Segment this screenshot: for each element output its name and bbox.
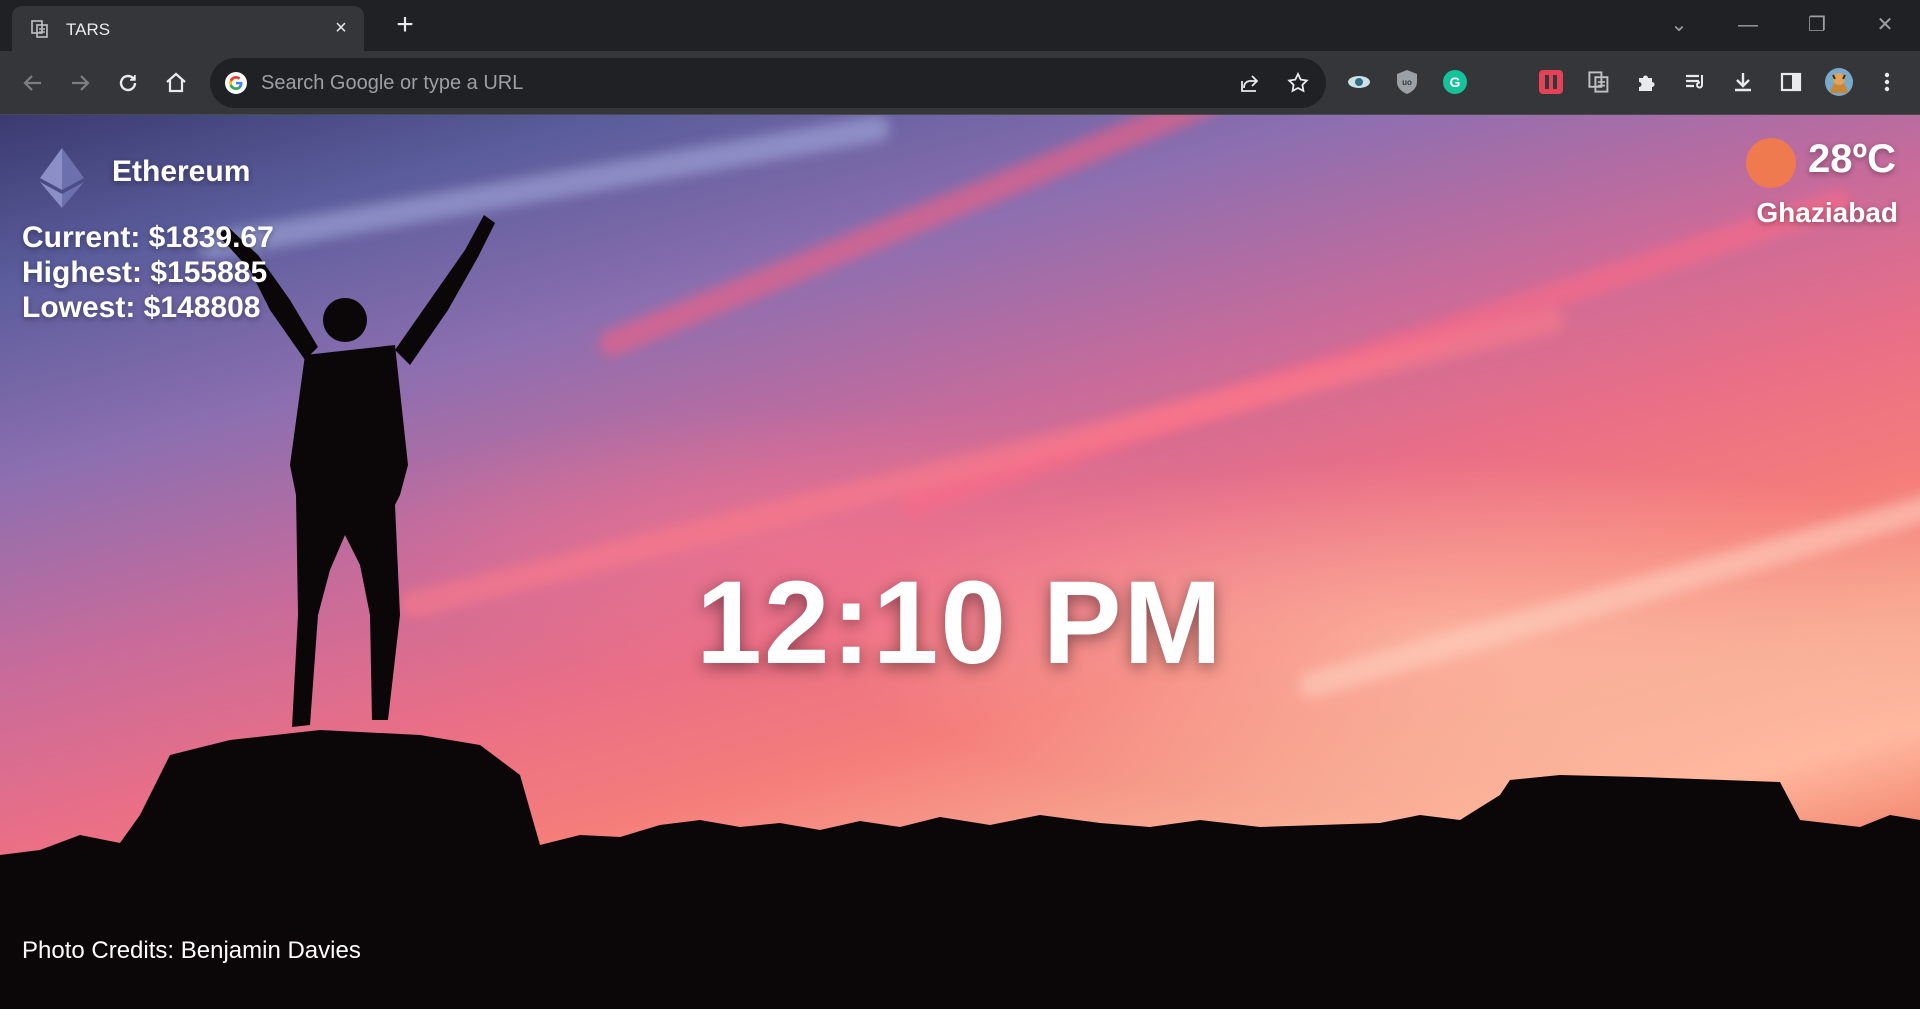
star-icon[interactable] bbox=[1286, 71, 1310, 95]
crypto-lowest-price: Lowest: $148808 bbox=[22, 291, 261, 324]
weather-temperature: 28ºC bbox=[1808, 137, 1896, 181]
restore-button[interactable]: ❐ bbox=[1797, 10, 1837, 40]
crypto-name: Ethereum bbox=[112, 155, 251, 188]
title-bar: TARS × + ⌄ — ❐ ✕ bbox=[0, 0, 1920, 51]
ublock-icon[interactable]: uo bbox=[1392, 67, 1422, 97]
download-icon[interactable] bbox=[1728, 67, 1758, 97]
photo-credits: Photo Credits: Benjamin Davies bbox=[22, 937, 361, 964]
reload-button[interactable] bbox=[111, 66, 145, 100]
crypto-highest-price: Highest: $155885 bbox=[22, 256, 268, 289]
minimize-button[interactable]: — bbox=[1728, 10, 1768, 40]
home-icon bbox=[166, 72, 186, 93]
new-tab-page: Ethereum Current: $1839.67 Highest: $155… bbox=[0, 115, 1920, 1009]
arrow-left-icon bbox=[23, 75, 41, 91]
back-button[interactable] bbox=[16, 66, 50, 100]
google-icon bbox=[225, 72, 247, 94]
close-window-button[interactable]: ✕ bbox=[1865, 10, 1905, 40]
arrow-right-icon bbox=[72, 75, 90, 91]
address-bar[interactable]: Search Google or type a URL bbox=[210, 58, 1326, 108]
tab-close-icon[interactable]: × bbox=[330, 17, 352, 39]
tab-search-chevron-icon[interactable]: ⌄ bbox=[1659, 10, 1699, 40]
grammarly-icon[interactable]: G bbox=[1440, 67, 1470, 97]
menu-icon[interactable] bbox=[1872, 67, 1902, 97]
svg-text:G: G bbox=[1450, 74, 1461, 90]
new-tab-button[interactable]: + bbox=[390, 10, 420, 41]
tars-icon[interactable] bbox=[1584, 67, 1614, 97]
puzzle-icon[interactable] bbox=[1632, 67, 1662, 97]
tars-favicon-icon bbox=[31, 20, 48, 38]
browser-toolbar: Search Google or type a URL uo G bbox=[0, 51, 1920, 115]
tab-title: TARS bbox=[66, 20, 111, 39]
todoist-icon[interactable] bbox=[1536, 67, 1566, 97]
forward-button[interactable] bbox=[63, 66, 97, 100]
side-panel-icon[interactable] bbox=[1776, 67, 1806, 97]
tab-tars[interactable]: TARS × bbox=[12, 6, 364, 51]
home-button[interactable] bbox=[159, 66, 193, 100]
share-icon[interactable] bbox=[1238, 71, 1262, 95]
clock: 12:10 PM bbox=[696, 557, 1224, 689]
crypto-current-price: Current: $1839.67 bbox=[22, 221, 274, 254]
search-input[interactable]: Search Google or type a URL bbox=[261, 72, 523, 95]
svg-text:uo: uo bbox=[1402, 78, 1412, 87]
ethereum-logo-icon bbox=[40, 148, 84, 208]
weather-city: Ghaziabad bbox=[1756, 197, 1898, 228]
reading-list-icon[interactable] bbox=[1680, 67, 1710, 97]
eye-icon[interactable] bbox=[1344, 67, 1374, 97]
sun-icon bbox=[1746, 138, 1796, 188]
avatar[interactable] bbox=[1824, 67, 1854, 97]
reload-icon bbox=[119, 74, 137, 92]
